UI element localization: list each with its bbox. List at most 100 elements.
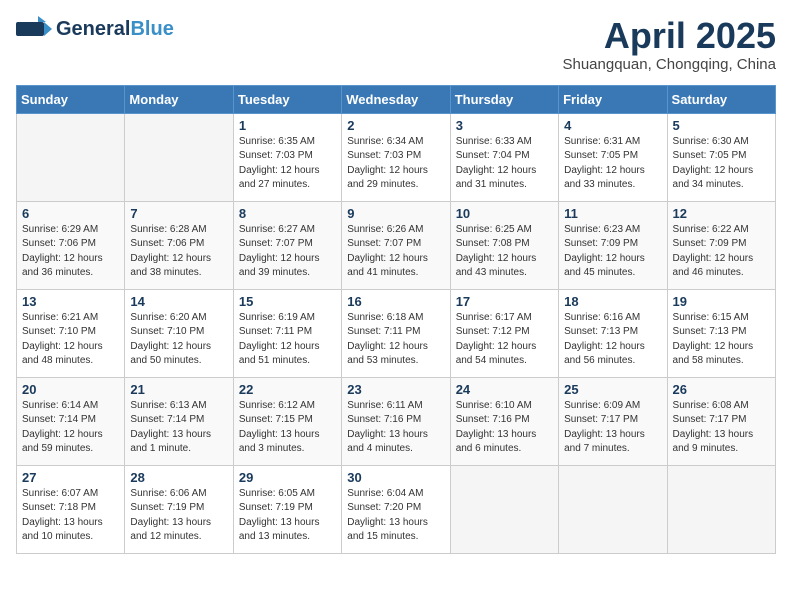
- day-detail: Sunrise: 6:26 AM Sunset: 7:07 PM Dayligh…: [347, 223, 444, 281]
- calendar-cell: [559, 465, 667, 553]
- day-detail: Sunrise: 6:18 AM Sunset: 7:11 PM Dayligh…: [347, 311, 444, 369]
- calendar-cell: [17, 113, 125, 201]
- calendar-cell: 15 Sunrise: 6:19 AM Sunset: 7:11 PM Dayli…: [233, 289, 341, 377]
- day-number: 14: [130, 294, 227, 309]
- day-detail: Sunrise: 6:16 AM Sunset: 7:13 PM Dayligh…: [564, 311, 661, 369]
- calendar-cell: 11 Sunrise: 6:23 AM Sunset: 7:09 PM Dayli…: [559, 201, 667, 289]
- day-detail: Sunrise: 6:21 AM Sunset: 7:10 PM Dayligh…: [22, 311, 119, 369]
- day-detail: Sunrise: 6:23 AM Sunset: 7:09 PM Dayligh…: [564, 223, 661, 281]
- logo-icon: [16, 16, 52, 42]
- calendar-cell: 10Sunrise: 6:25 AM Sunset: 7:08 PM Dayli…: [450, 201, 558, 289]
- day-number: 9: [347, 206, 444, 221]
- day-number: 24: [456, 382, 553, 397]
- day-detail: Sunrise: 6:19 AM Sunset: 7:11 PM Dayligh…: [239, 311, 336, 369]
- day-detail: Sunrise: 6:09 AM Sunset: 7:17 PM Dayligh…: [564, 399, 661, 457]
- calendar-cell: 25Sunrise: 6:09 AM Sunset: 7:17 PM Dayli…: [559, 377, 667, 465]
- calendar-cell: 12 Sunrise: 6:22 AM Sunset: 7:09 PM Dayli…: [667, 201, 775, 289]
- day-number: 7: [130, 206, 227, 221]
- calendar-cell: 8 Sunrise: 6:27 AM Sunset: 7:07 PM Daylig…: [233, 201, 341, 289]
- calendar-cell: 5 Sunrise: 6:30 AM Sunset: 7:05 PM Daylig…: [667, 113, 775, 201]
- calendar-cell: 7 Sunrise: 6:28 AM Sunset: 7:06 PM Daylig…: [125, 201, 233, 289]
- day-detail: Sunrise: 6:11 AM Sunset: 7:16 PM Dayligh…: [347, 399, 444, 457]
- calendar-cell: 6Sunrise: 6:29 AM Sunset: 7:06 PM Daylig…: [17, 201, 125, 289]
- day-detail: Sunrise: 6:06 AM Sunset: 7:19 PM Dayligh…: [130, 487, 227, 545]
- calendar-cell: 23 Sunrise: 6:11 AM Sunset: 7:16 PM Dayli…: [342, 377, 450, 465]
- location-title: Shuangquan, Chongqing, China: [562, 56, 776, 73]
- calendar-cell: 21 Sunrise: 6:13 AM Sunset: 7:14 PM Dayli…: [125, 377, 233, 465]
- calendar-cell: 13 Sunrise: 6:21 AM Sunset: 7:10 PM Dayli…: [17, 289, 125, 377]
- day-number: 26: [673, 382, 770, 397]
- weekday-header-wednesday: Wednesday: [342, 85, 450, 113]
- logo: GeneralBlue: [16, 16, 174, 42]
- day-detail: Sunrise: 6:08 AM Sunset: 7:17 PM Dayligh…: [673, 399, 770, 457]
- day-number: 3: [456, 118, 553, 133]
- calendar-cell: 4Sunrise: 6:31 AM Sunset: 7:05 PM Daylig…: [559, 113, 667, 201]
- day-number: 4: [564, 118, 661, 133]
- day-number: 29: [239, 470, 336, 485]
- day-detail: Sunrise: 6:07 AM Sunset: 7:18 PM Dayligh…: [22, 487, 119, 545]
- day-number: 22: [239, 382, 336, 397]
- day-number: 5: [673, 118, 770, 133]
- day-detail: Sunrise: 6:27 AM Sunset: 7:07 PM Dayligh…: [239, 223, 336, 281]
- weekday-header-tuesday: Tuesday: [233, 85, 341, 113]
- calendar-cell: 24 Sunrise: 6:10 AM Sunset: 7:16 PM Dayli…: [450, 377, 558, 465]
- day-detail: Sunrise: 6:04 AM Sunset: 7:20 PM Dayligh…: [347, 487, 444, 545]
- calendar-cell: 1 Sunrise: 6:35 AM Sunset: 7:03 PM Daylig…: [233, 113, 341, 201]
- calendar-cell: [125, 113, 233, 201]
- day-number: 19: [673, 294, 770, 309]
- day-number: 10: [456, 206, 553, 221]
- day-number: 21: [130, 382, 227, 397]
- calendar-cell: 19 Sunrise: 6:15 AM Sunset: 7:13 PM Dayli…: [667, 289, 775, 377]
- day-detail: Sunrise: 6:15 AM Sunset: 7:13 PM Dayligh…: [673, 311, 770, 369]
- logo-name: GeneralBlue: [56, 18, 174, 40]
- weekday-header-friday: Friday: [559, 85, 667, 113]
- weekday-header-sunday: Sunday: [17, 85, 125, 113]
- day-detail: Sunrise: 6:28 AM Sunset: 7:06 PM Dayligh…: [130, 223, 227, 281]
- day-number: 16: [347, 294, 444, 309]
- day-detail: Sunrise: 6:17 AM Sunset: 7:12 PM Dayligh…: [456, 311, 553, 369]
- day-detail: Sunrise: 6:22 AM Sunset: 7:09 PM Dayligh…: [673, 223, 770, 281]
- day-number: 30: [347, 470, 444, 485]
- calendar-cell: 30 Sunrise: 6:04 AM Sunset: 7:20 PM Dayli…: [342, 465, 450, 553]
- calendar-cell: 29 Sunrise: 6:05 AM Sunset: 7:19 PM Dayli…: [233, 465, 341, 553]
- day-number: 17: [456, 294, 553, 309]
- day-number: 23: [347, 382, 444, 397]
- day-number: 8: [239, 206, 336, 221]
- day-detail: Sunrise: 6:30 AM Sunset: 7:05 PM Dayligh…: [673, 135, 770, 193]
- day-detail: Sunrise: 6:10 AM Sunset: 7:16 PM Dayligh…: [456, 399, 553, 457]
- day-number: 13: [22, 294, 119, 309]
- day-number: 1: [239, 118, 336, 133]
- calendar-cell: 14 Sunrise: 6:20 AM Sunset: 7:10 PM Dayli…: [125, 289, 233, 377]
- day-detail: Sunrise: 6:05 AM Sunset: 7:19 PM Dayligh…: [239, 487, 336, 545]
- day-number: 2: [347, 118, 444, 133]
- calendar-cell: 3Sunrise: 6:33 AM Sunset: 7:04 PM Daylig…: [450, 113, 558, 201]
- calendar-cell: 22 Sunrise: 6:12 AM Sunset: 7:15 PM Dayli…: [233, 377, 341, 465]
- day-detail: Sunrise: 6:12 AM Sunset: 7:15 PM Dayligh…: [239, 399, 336, 457]
- day-detail: Sunrise: 6:14 AM Sunset: 7:14 PM Dayligh…: [22, 399, 119, 457]
- day-detail: Sunrise: 6:34 AM Sunset: 7:03 PM Dayligh…: [347, 135, 444, 193]
- week-row-4: 20Sunrise: 6:14 AM Sunset: 7:14 PM Dayli…: [17, 377, 776, 465]
- day-detail: Sunrise: 6:13 AM Sunset: 7:14 PM Dayligh…: [130, 399, 227, 457]
- weekday-header-thursday: Thursday: [450, 85, 558, 113]
- week-row-2: 6Sunrise: 6:29 AM Sunset: 7:06 PM Daylig…: [17, 201, 776, 289]
- page-header: GeneralBlue April 2025 Shuangquan, Chong…: [16, 16, 776, 73]
- calendar-table: SundayMondayTuesdayWednesdayThursdayFrid…: [16, 85, 776, 554]
- day-number: 28: [130, 470, 227, 485]
- calendar-cell: 16 Sunrise: 6:18 AM Sunset: 7:11 PM Dayli…: [342, 289, 450, 377]
- day-number: 6: [22, 206, 119, 221]
- weekday-header-monday: Monday: [125, 85, 233, 113]
- day-number: 11: [564, 206, 661, 221]
- calendar-cell: 26 Sunrise: 6:08 AM Sunset: 7:17 PM Dayli…: [667, 377, 775, 465]
- day-number: 12: [673, 206, 770, 221]
- calendar-cell: 27Sunrise: 6:07 AM Sunset: 7:18 PM Dayli…: [17, 465, 125, 553]
- day-number: 15: [239, 294, 336, 309]
- weekday-header-row: SundayMondayTuesdayWednesdayThursdayFrid…: [17, 85, 776, 113]
- title-block: April 2025 Shuangquan, Chongqing, China: [562, 16, 776, 73]
- calendar-cell: 28 Sunrise: 6:06 AM Sunset: 7:19 PM Dayli…: [125, 465, 233, 553]
- calendar-cell: 9 Sunrise: 6:26 AM Sunset: 7:07 PM Daylig…: [342, 201, 450, 289]
- weekday-header-saturday: Saturday: [667, 85, 775, 113]
- day-detail: Sunrise: 6:35 AM Sunset: 7:03 PM Dayligh…: [239, 135, 336, 193]
- week-row-5: 27Sunrise: 6:07 AM Sunset: 7:18 PM Dayli…: [17, 465, 776, 553]
- calendar-cell: [667, 465, 775, 553]
- day-detail: Sunrise: 6:20 AM Sunset: 7:10 PM Dayligh…: [130, 311, 227, 369]
